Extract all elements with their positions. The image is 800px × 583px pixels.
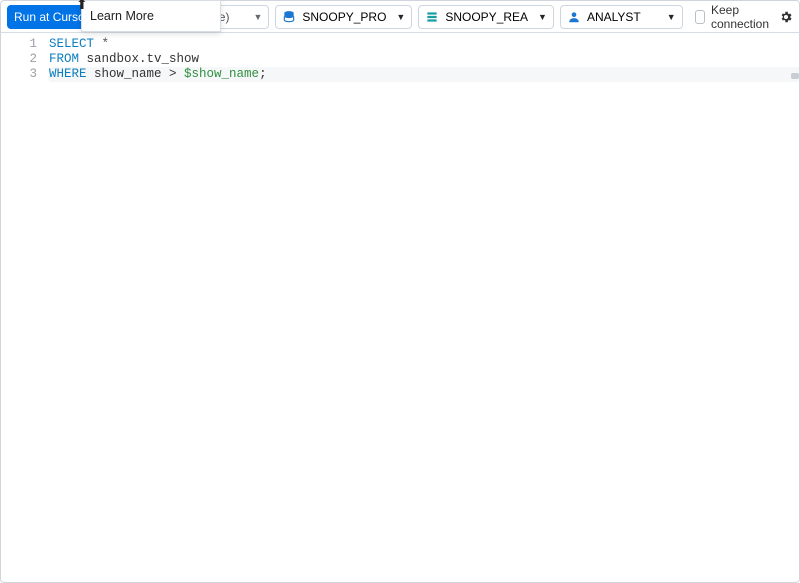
- chevron-down-icon: ▼: [253, 12, 262, 22]
- database-2-label: SNOOPY_REA: [445, 10, 528, 24]
- token-kw: WHERE: [49, 67, 87, 81]
- code-line[interactable]: WHERE show_name > $show_name;: [49, 67, 799, 82]
- keep-connection-checkbox[interactable]: [695, 10, 705, 24]
- run-at-cursor-button[interactable]: Run at Curso: [7, 5, 92, 29]
- token-ident: show_name >: [87, 67, 185, 81]
- learn-more-label: Learn More: [90, 9, 154, 23]
- schema-icon: [425, 10, 439, 24]
- sql-editor[interactable]: 123 SELECT *FROM sandbox.tv_showWHERE sh…: [1, 33, 799, 582]
- gear-icon: [779, 10, 793, 24]
- line-number: 3: [1, 67, 37, 82]
- keep-connection-label: Keep connection: [711, 3, 773, 31]
- toolbar: ⬆︎ Run at Curso Learn More te) ▼ SNOOPY_…: [1, 1, 799, 33]
- scrollbar-thumb[interactable]: [791, 73, 799, 79]
- token-kw: SELECT: [49, 37, 94, 51]
- token-star: *: [94, 37, 109, 51]
- role-badge-icon: [567, 10, 581, 24]
- database-dropdown-1[interactable]: SNOOPY_PRO ▼: [275, 5, 412, 29]
- chevron-down-icon: ▼: [538, 12, 547, 22]
- role-label: ANALYST: [587, 10, 641, 24]
- learn-more-popup[interactable]: Learn More: [81, 0, 221, 32]
- settings-button[interactable]: [779, 6, 793, 28]
- token-ident: sandbox.tv_show: [79, 52, 199, 66]
- app-window: ⬆︎ Run at Curso Learn More te) ▼ SNOOPY_…: [0, 0, 800, 583]
- chevron-down-icon: ▼: [667, 12, 676, 22]
- token-ident: ;: [259, 67, 267, 81]
- chevron-down-icon: ▼: [396, 12, 405, 22]
- token-kw: FROM: [49, 52, 79, 66]
- code-line[interactable]: SELECT *: [49, 37, 799, 52]
- line-number: 1: [1, 37, 37, 52]
- database-dropdown-2[interactable]: SNOOPY_REA ▼: [418, 5, 554, 29]
- token-var: $show_name: [184, 67, 259, 81]
- line-number-gutter: 123: [1, 33, 45, 582]
- code-area[interactable]: SELECT *FROM sandbox.tv_showWHERE show_n…: [45, 33, 799, 582]
- database-icon: [282, 10, 296, 24]
- database-1-label: SNOOPY_PRO: [302, 10, 386, 24]
- keep-connection-toggle[interactable]: Keep connection: [695, 3, 773, 31]
- role-dropdown[interactable]: ANALYST ▼: [560, 5, 683, 29]
- code-line[interactable]: FROM sandbox.tv_show: [49, 52, 799, 67]
- line-number: 2: [1, 52, 37, 67]
- run-button-label: Run at Curso: [14, 10, 85, 24]
